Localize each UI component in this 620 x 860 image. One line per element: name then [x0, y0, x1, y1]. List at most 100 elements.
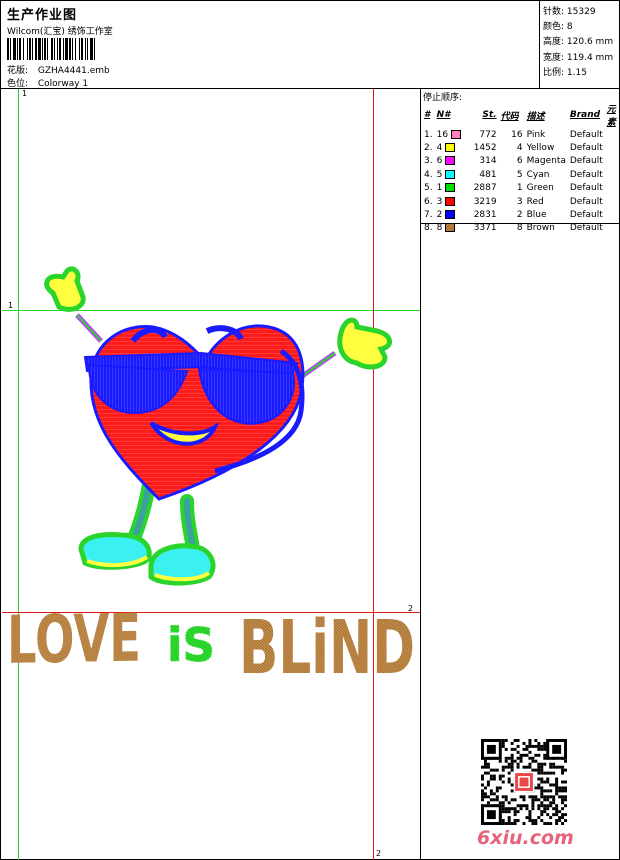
row-stitches: 481	[479, 169, 497, 180]
row-element	[605, 168, 619, 181]
col-index: #	[424, 110, 431, 120]
table-header-row: # N# St. 代码 描述 Brand 元素	[422, 102, 619, 128]
row-code: 6	[516, 156, 523, 167]
width-value: 119.4 mm	[566, 52, 614, 63]
color-swatch-icon	[445, 143, 456, 153]
row-index: 2.	[424, 143, 433, 154]
color-stop-row: 3. 6 314 6 Magenta Default	[422, 155, 619, 168]
row-index: 1.	[424, 129, 433, 140]
ratio-value: 1.15	[566, 67, 587, 78]
colors-value: 8	[566, 22, 573, 33]
row-index: 3.	[424, 156, 433, 167]
color-swatch-icon	[445, 196, 456, 206]
col-needle: N#	[436, 110, 451, 120]
row-index: 6.	[424, 196, 433, 207]
row-code: 3	[516, 196, 523, 207]
stitches-row: 针数: 15329	[543, 5, 613, 20]
row-element	[605, 141, 619, 154]
row-description: Cyan	[526, 169, 550, 180]
col-description: 描述	[526, 111, 545, 122]
row-needle: 6	[435, 155, 465, 168]
col-stitches: St.	[482, 110, 497, 120]
right-glove-icon	[299, 317, 392, 380]
row-brand: Default	[569, 156, 603, 167]
row-stitches: 2887	[473, 183, 497, 194]
color-swatch-icon	[445, 223, 456, 233]
row-index: 5.	[424, 183, 433, 194]
row-needle: 4	[435, 141, 465, 154]
row-code: 5	[516, 169, 523, 180]
production-sheet: 生产作业图 Wilcom(汇宝) 绣饰工作室 花版: GZHA4441.emb …	[0, 0, 620, 860]
color-stop-row: 8. 8 3371 8 Brown Default	[422, 222, 619, 235]
embroidery-design: LOVE iS BLiND	[7, 266, 415, 691]
row-index: 4.	[424, 169, 433, 180]
row-description: Magenta	[526, 156, 566, 167]
row-stitches: 2831	[473, 210, 497, 221]
row-stitches: 3371	[473, 223, 497, 234]
row-element	[605, 208, 619, 221]
row-description: Yellow	[526, 143, 555, 154]
qr-code-icon	[481, 739, 567, 825]
width-label: 宽度:	[543, 52, 565, 63]
row-index: 8.	[424, 223, 433, 234]
col-code: 代码	[500, 111, 519, 122]
row-element	[605, 195, 619, 208]
color-swatch-icon	[450, 129, 461, 139]
red-v-guide-label: 2	[376, 849, 382, 858]
row-brand: Default	[569, 143, 603, 154]
row-code: 4	[516, 143, 523, 154]
row-description: Pink	[526, 129, 546, 140]
row-description: Green	[526, 183, 554, 194]
height-row: 高度: 120.6 mm	[543, 35, 613, 50]
left-glove-icon	[44, 266, 103, 343]
row-stitches: 314	[479, 156, 497, 167]
height-label: 高度:	[543, 37, 565, 48]
height-value: 120.6 mm	[566, 37, 614, 48]
colors-label: 颜色:	[543, 22, 565, 33]
word-is: iS	[167, 618, 215, 672]
row-brand: Default	[569, 183, 603, 194]
watermark-site: 6xiu.com	[477, 827, 574, 849]
row-stitches: 3219	[473, 196, 497, 207]
color-swatch-icon	[445, 169, 456, 179]
slogan-artwork: LOVE iS BLiND	[7, 600, 415, 691]
color-swatch-icon	[445, 183, 456, 193]
row-element	[605, 155, 619, 168]
word-love: LOVE	[7, 600, 141, 679]
stats-divider	[539, 1, 540, 88]
color-stop-table: # N# St. 代码 描述 Brand 元素 1. 16 772 16 Pink De…	[422, 102, 619, 235]
row-code: 1	[516, 183, 523, 194]
stats-panel: 针数: 15329 颜色: 8 高度: 120.6 mm 宽度: 119.4 m…	[543, 5, 613, 81]
row-brand: Default	[569, 169, 603, 180]
row-needle: 5	[435, 168, 465, 181]
row-code: 2	[516, 210, 523, 221]
row-element	[605, 222, 619, 235]
row-brand: Default	[569, 129, 603, 140]
row-needle: 16	[435, 128, 465, 141]
row-needle: 1	[435, 182, 465, 195]
row-element	[605, 128, 619, 141]
row-brand: Default	[569, 223, 603, 234]
color-swatch-icon	[445, 210, 456, 220]
row-code: 8	[516, 223, 523, 234]
ratio-row: 比例: 1.15	[543, 66, 613, 81]
width-row: 宽度: 119.4 mm	[543, 51, 613, 66]
row-description: Red	[526, 196, 544, 207]
row-brand: Default	[569, 196, 603, 207]
color-stop-row: 2. 4 1452 4 Yellow Default	[422, 141, 619, 154]
row-needle: 8	[435, 222, 465, 235]
ratio-label: 比例:	[543, 67, 565, 78]
row-description: Blue	[526, 210, 547, 221]
row-stitches: 1452	[473, 143, 497, 154]
row-needle: 3	[435, 195, 465, 208]
color-stop-row: 6. 3 3219 3 Red Default	[422, 195, 619, 208]
word-blind: BLiND	[239, 605, 415, 691]
row-code: 16	[511, 129, 523, 140]
colors-row: 颜色: 8	[543, 20, 613, 35]
row-brand: Default	[569, 210, 603, 221]
row-element	[605, 182, 619, 195]
color-swatch-icon	[445, 156, 456, 166]
row-needle: 2	[435, 208, 465, 221]
stitches-label: 针数:	[543, 7, 565, 17]
col-brand: Brand	[569, 110, 601, 120]
